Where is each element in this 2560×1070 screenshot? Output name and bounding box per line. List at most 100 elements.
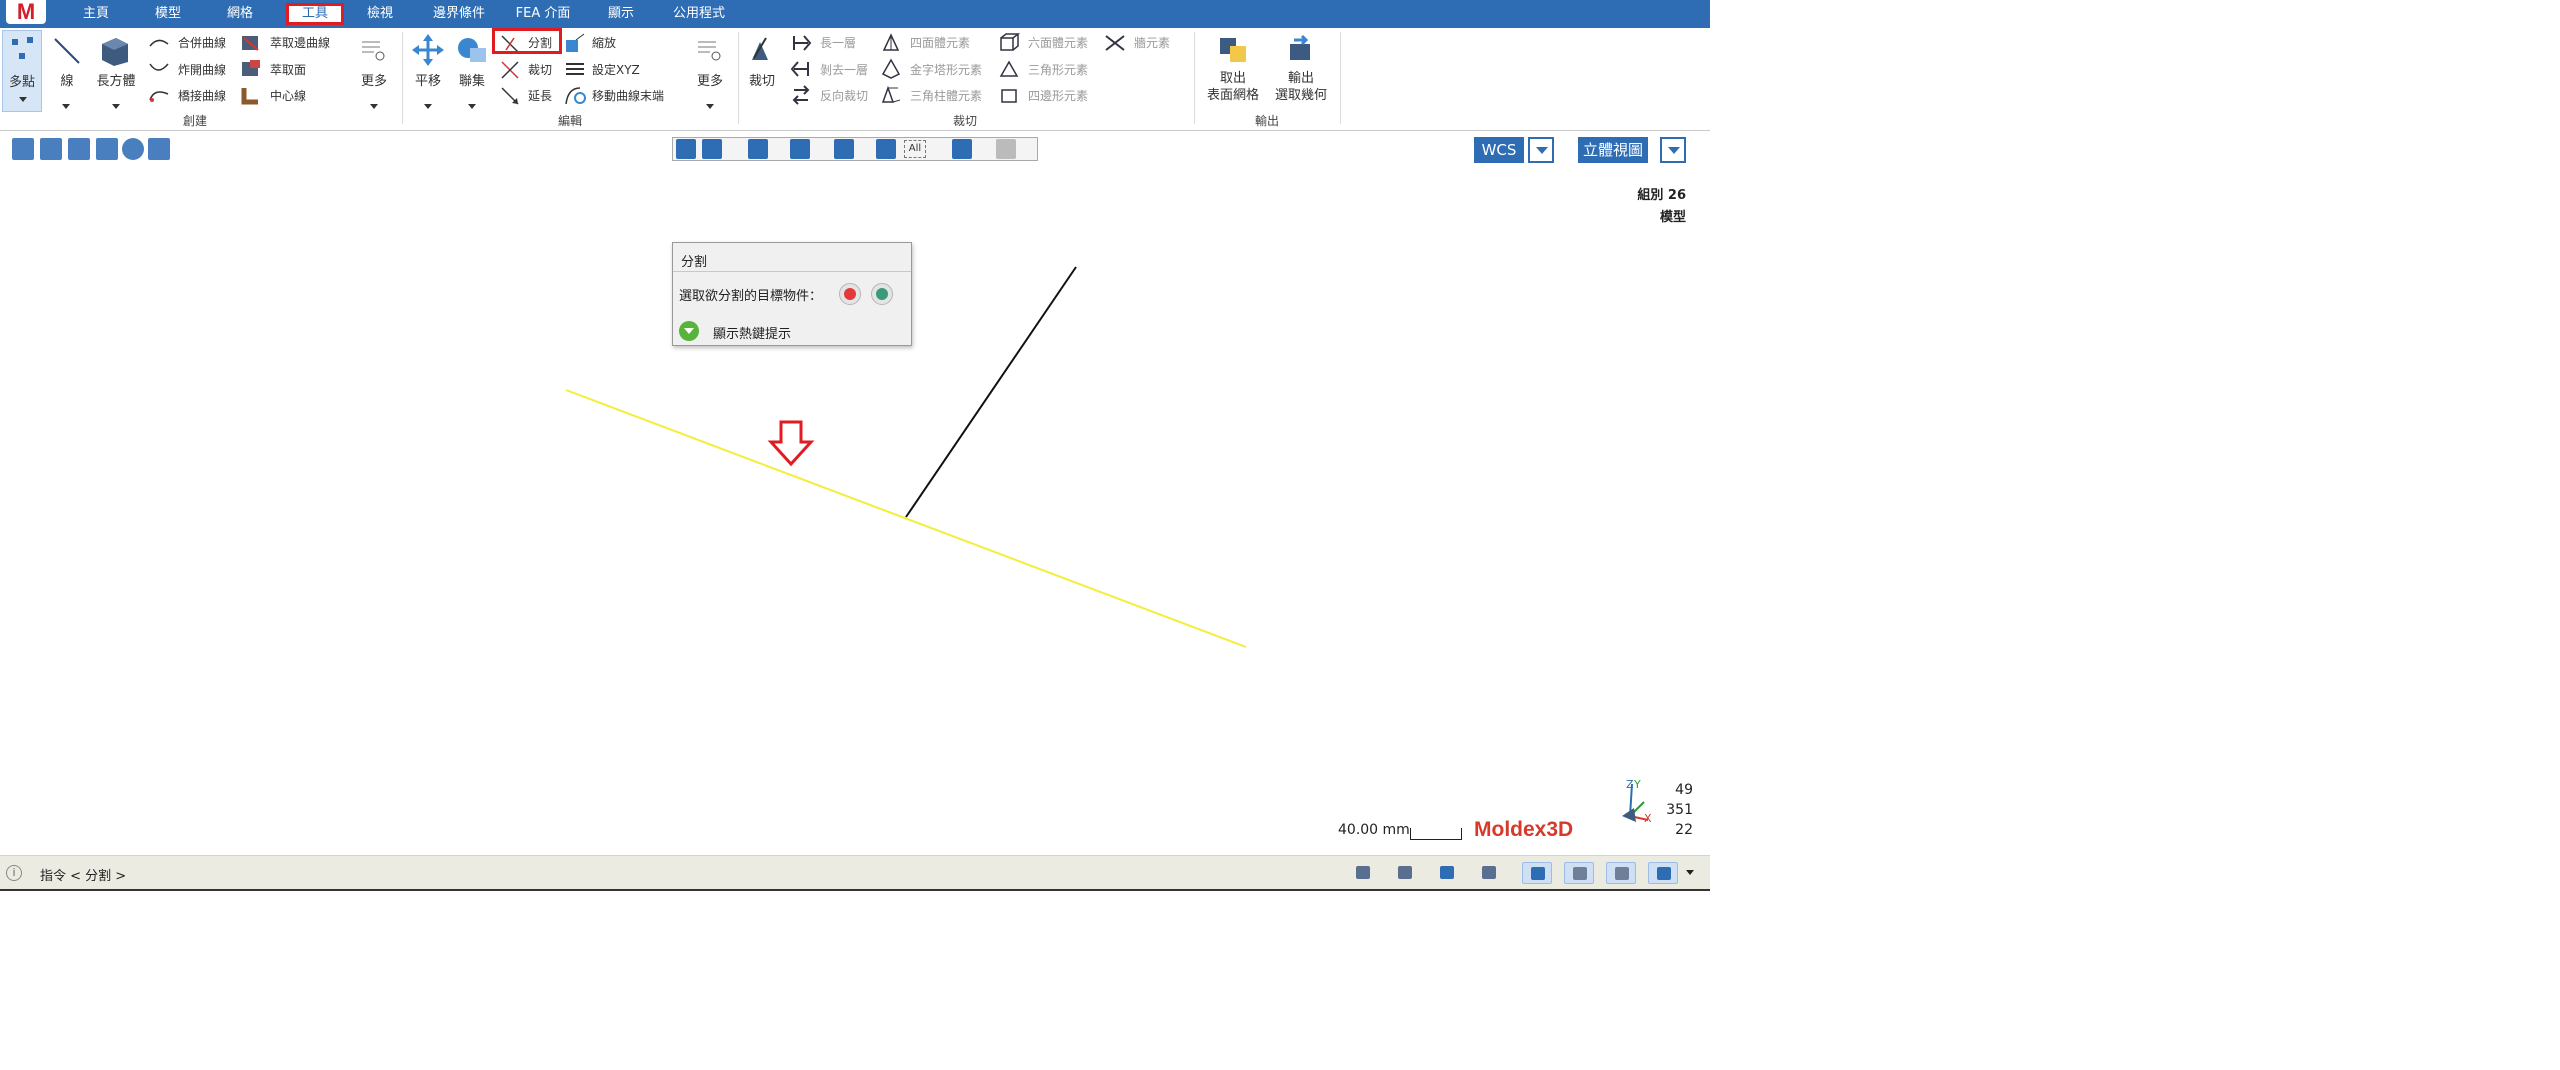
visibility-icon[interactable] <box>952 139 972 159</box>
hotkey-hint-toggle[interactable]: 顯示熱鍵提示 <box>713 323 791 342</box>
open-curve-button[interactable]: 炸開曲線 <box>178 61 226 78</box>
scale-button[interactable]: 縮放 <box>592 34 616 51</box>
wcs-dropdown[interactable] <box>1528 137 1554 163</box>
merge-curve-button[interactable]: 合併曲線 <box>178 34 226 51</box>
scale-icon <box>566 33 585 52</box>
tab-fea-interface[interactable]: FEA 介面 <box>510 3 576 25</box>
set-xyz-button[interactable]: 設定XYZ <box>592 61 640 78</box>
wcs-button[interactable]: WCS <box>1474 137 1524 163</box>
output-selected-geometry-button[interactable]: 輸出 選取幾何 <box>1268 70 1334 104</box>
join-button[interactable]: 聯集 <box>452 70 492 89</box>
chevron-down-icon[interactable] <box>370 104 378 109</box>
command-status: 指令 < 分割 > <box>40 869 127 884</box>
axis-mode-icon[interactable] <box>1564 862 1594 884</box>
pyramid-button[interactable]: 金字塔形元素 <box>910 61 982 78</box>
tab-view[interactable]: 檢視 <box>362 3 398 25</box>
tab-home[interactable]: 主頁 <box>78 3 114 25</box>
app-logo[interactable]: M <box>6 0 46 24</box>
snap-icon[interactable] <box>1348 862 1378 884</box>
view-mode-dropdown[interactable] <box>1660 137 1686 163</box>
extract-boundary-curve-icon <box>242 36 259 51</box>
scale-label: 40.00 mm <box>1338 822 1410 838</box>
expand-hint-icon[interactable] <box>679 321 699 341</box>
fit-view-icon[interactable] <box>676 139 696 159</box>
tetra-button[interactable]: 四面體元素 <box>910 34 970 51</box>
line-button[interactable]: 線 <box>50 70 84 89</box>
save-view-icon[interactable] <box>1390 862 1420 884</box>
move-button[interactable]: 平移 <box>408 70 448 89</box>
chevron-down-icon <box>19 97 27 102</box>
extract-boundary-curve-button[interactable]: 萃取邊曲線 <box>270 34 330 51</box>
hexa-button[interactable]: 六面體元素 <box>1028 34 1088 51</box>
info-icon[interactable] <box>122 138 144 160</box>
coord-2: 351 <box>1666 802 1693 818</box>
yellow-curve[interactable] <box>565 389 1247 648</box>
brand-logo: Moldex3D <box>1474 818 1574 841</box>
info-icon[interactable]: i <box>6 865 22 881</box>
window-view-icon[interactable] <box>790 139 810 159</box>
select-mode-icon[interactable] <box>1522 862 1552 884</box>
chevron-down-icon[interactable] <box>706 104 714 109</box>
list-icon[interactable] <box>1474 862 1504 884</box>
transparency-icon[interactable] <box>996 139 1016 159</box>
cuboid-button[interactable]: 長方體 <box>92 70 140 89</box>
multi-point-button[interactable]: 多點 <box>2 30 42 112</box>
extract-surface-mesh-button[interactable]: 取出 表面網格 <box>1198 70 1268 104</box>
pick-hand-icon[interactable] <box>1432 862 1462 884</box>
output-geom-label-2: 選取幾何 <box>1274 88 1327 103</box>
layer-tree-icon[interactable] <box>40 138 62 160</box>
coord-1: 49 <box>1675 782 1693 798</box>
chevron-down-icon[interactable] <box>468 104 476 109</box>
property-icon[interactable] <box>68 138 90 160</box>
plane-mode-icon[interactable] <box>1606 862 1636 884</box>
trim-tool-button[interactable]: 裁切 <box>742 70 782 89</box>
remove-layer-button[interactable]: 剝去一層 <box>820 61 868 78</box>
tab-display[interactable]: 顯示 <box>603 3 639 25</box>
separator <box>738 32 739 124</box>
centerline-button[interactable]: 中心線 <box>270 87 306 104</box>
open-curve-icon <box>149 63 169 71</box>
chevron-down-icon[interactable] <box>424 104 432 109</box>
cuboid-icon <box>102 38 128 66</box>
chevron-down-icon[interactable] <box>1686 870 1694 875</box>
flask-icon[interactable] <box>96 138 118 160</box>
chevron-down-icon[interactable] <box>62 104 70 109</box>
remove-layer-icon <box>790 61 809 77</box>
move-curve-end-icon <box>565 87 586 105</box>
chevron-down-icon[interactable] <box>112 104 120 109</box>
bridge-curve-button[interactable]: 橋接曲線 <box>178 87 226 104</box>
black-line[interactable] <box>905 266 1077 518</box>
create-group-label: 創建 <box>182 114 207 128</box>
view-mode-button[interactable]: 立體視圖 <box>1578 137 1648 163</box>
dialog-prompt: 選取欲分割的目標物件： <box>679 289 823 304</box>
trim-button[interactable]: 裁切 <box>528 61 552 78</box>
quad-button[interactable]: 四邊形元素 <box>1028 87 1088 104</box>
edit-more-button[interactable]: 更多 <box>690 70 730 89</box>
tree-icon[interactable] <box>12 138 34 160</box>
prism-button[interactable]: 三角柱體元素 <box>910 87 982 104</box>
page-icon[interactable] <box>876 139 896 159</box>
center-view-icon[interactable] <box>702 139 722 159</box>
filter-all-button[interactable]: All <box>904 140 926 158</box>
tab-model[interactable]: 模型 <box>150 3 186 25</box>
tab-mesh[interactable]: 網格 <box>222 3 258 25</box>
create-more-button[interactable]: 更多 <box>354 70 394 89</box>
reverse-trim-button[interactable]: 反向裁切 <box>820 87 868 104</box>
extend-button[interactable]: 延長 <box>528 87 552 104</box>
tab-utilities[interactable]: 公用程式 <box>668 3 730 25</box>
zoom-icon[interactable] <box>748 139 768 159</box>
cancel-icon[interactable] <box>839 283 861 305</box>
expand-icon[interactable] <box>148 138 170 160</box>
confirm-icon[interactable] <box>871 283 893 305</box>
tab-tools[interactable]: 工具 <box>286 3 344 25</box>
layer1-button[interactable]: 長一層 <box>820 34 856 51</box>
tri-button[interactable]: 三角形元素 <box>1028 61 1088 78</box>
coord-3: 22 <box>1675 822 1693 838</box>
wall-button[interactable]: 牆元素 <box>1134 34 1170 51</box>
tab-boundary-condition[interactable]: 邊界條件 <box>428 3 490 25</box>
extract-surface-button[interactable]: 萃取面 <box>270 61 306 78</box>
shade-icon[interactable] <box>834 139 854 159</box>
move-curve-end-button[interactable]: 移動曲線末端 <box>592 87 664 104</box>
output-geom-label-1: 輸出 <box>1287 71 1314 86</box>
filter-mode-icon[interactable] <box>1648 862 1678 884</box>
